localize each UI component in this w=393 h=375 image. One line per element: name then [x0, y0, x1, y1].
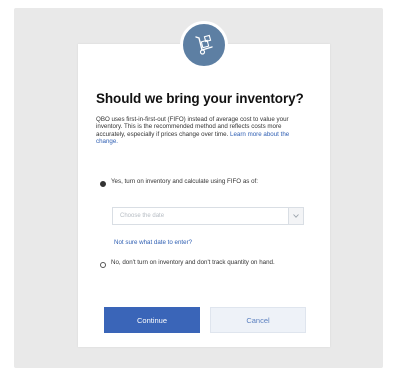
screen: Should we bring your inventory? QBO uses…	[0, 0, 393, 375]
radio-yes-turn-on-inventory[interactable]	[100, 181, 106, 187]
cancel-button[interactable]: Cancel	[210, 307, 306, 333]
hand-truck-boxes-icon	[195, 34, 213, 55]
inventory-dialog	[78, 44, 330, 347]
chevron-down-icon	[293, 214, 299, 218]
dialog-hero-badge	[180, 21, 228, 69]
radio-no-dont-turn-on-inventory[interactable]	[100, 262, 106, 268]
continue-button[interactable]: Continue	[104, 307, 200, 333]
date-select[interactable]: Choose the date	[112, 207, 304, 225]
dialog-description: QBO uses first-in-first-out (FIFO) inste…	[96, 116, 304, 146]
date-select-toggle[interactable]	[288, 208, 303, 224]
date-select-placeholder: Choose the date	[120, 213, 165, 219]
date-help-link[interactable]: Not sure what date to enter?	[114, 239, 192, 246]
dialog-title: Should we bring your inventory?	[96, 91, 304, 106]
option-yes-label: Yes, turn on inventory and calculate usi…	[111, 178, 258, 185]
option-no-label: No, don't turn on inventory and don't tr…	[111, 259, 275, 266]
